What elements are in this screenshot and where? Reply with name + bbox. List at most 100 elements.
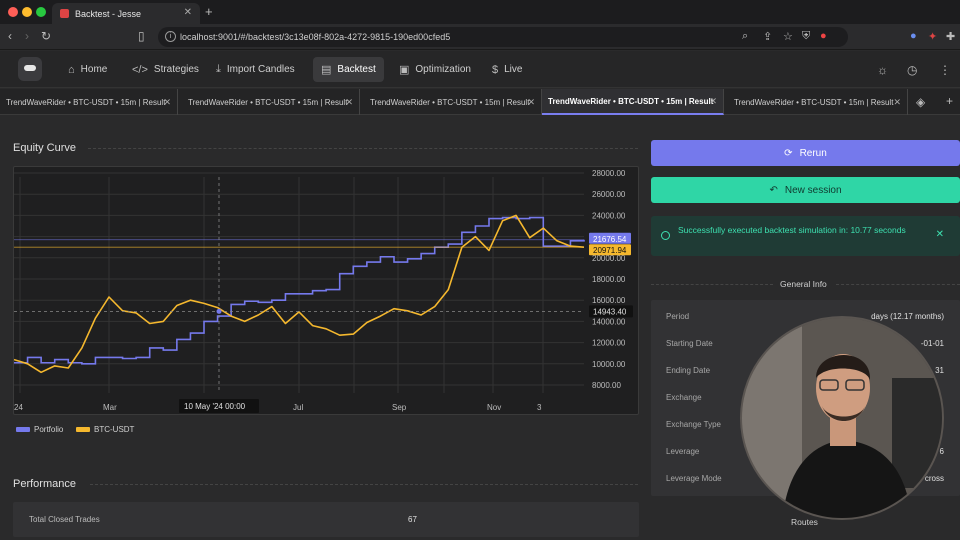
forward-icon[interactable]: › (25, 29, 29, 43)
info-value: -01-01 (920, 339, 944, 348)
legend-btc[interactable]: BTC-USDT (76, 425, 134, 434)
maximize-window-button[interactable] (36, 7, 46, 17)
result-tab-active[interactable]: TrendWaveRider • BTC-USDT • 15m | Result… (542, 89, 724, 115)
crosshair-value-label: 14943.40 (593, 307, 627, 316)
close-tab-icon[interactable]: ✕ (163, 97, 171, 108)
btc-price-label: 20971.94 (593, 246, 627, 255)
home-icon: ⌂ (68, 63, 75, 76)
info-label: Exchange Type (666, 420, 722, 429)
site-info-icon[interactable]: i (165, 31, 176, 42)
y-tick-label: 14000.00 (592, 317, 626, 326)
nav-home[interactable]: ⌂ Home (60, 57, 115, 82)
bookmark-icon[interactable]: ▯ (138, 29, 145, 43)
close-tab-icon[interactable]: ✕ (893, 97, 901, 108)
reload-icon[interactable]: ↻ (41, 29, 51, 43)
y-tick-label: 16000.00 (592, 296, 626, 305)
result-tab[interactable]: TrendWaveRider • BTC-USDT • 15m | Result… (182, 89, 360, 115)
info-label: Ending Date (666, 366, 711, 375)
jesse-logo-icon[interactable] (18, 57, 42, 81)
info-label: Leverage (666, 447, 700, 456)
nav-optimization[interactable]: ▣ Optimization (391, 57, 479, 82)
info-label: Exchange (666, 393, 702, 402)
close-window-button[interactable] (8, 7, 18, 17)
performance-row: Total Closed Trades 67 (13, 502, 639, 537)
legend-btc-label: BTC-USDT (94, 425, 135, 434)
extensions-puzzle-icon[interactable]: ✚ (946, 30, 955, 43)
section-divider (90, 484, 638, 485)
perf-label: Total Closed Trades (29, 515, 100, 524)
nav-backtest[interactable]: ▤ Backtest (313, 57, 384, 82)
browser-tab[interactable]: Backtest - Jesse ✕ (52, 3, 200, 24)
result-tab-label: TrendWaveRider • BTC-USDT • 15m | Result (734, 97, 894, 107)
result-tab-label: TrendWaveRider • BTC-USDT • 15m | Result (370, 97, 530, 107)
check-circle-icon (661, 231, 670, 240)
minimize-window-button[interactable] (22, 7, 32, 17)
rerun-label: Rerun (799, 147, 827, 159)
success-alert: Successfully executed backtest simulatio… (651, 216, 960, 256)
nav-live-label: Live (504, 64, 523, 75)
new-session-label: New session (784, 184, 842, 196)
webcam-person-picture (742, 318, 942, 518)
theme-sun-icon[interactable]: ☼ (877, 63, 888, 77)
portfolio-price-label: 21676.54 (593, 235, 627, 244)
info-value: 6 (939, 447, 944, 456)
profile-icon[interactable]: ● (910, 30, 917, 42)
nav-strategies[interactable]: </> Strategies (124, 57, 207, 82)
help-icon[interactable]: ◷ (907, 63, 917, 77)
nav-live[interactable]: $ Live (484, 57, 530, 82)
result-tab[interactable]: TrendWaveRider • BTC-USDT • 15m | Result… (728, 89, 908, 115)
info-value: cross (924, 474, 944, 483)
star-icon[interactable]: ☆ (783, 30, 793, 43)
close-tab-icon[interactable]: ✕ (709, 96, 717, 107)
back-icon[interactable]: ‹ (8, 29, 12, 43)
info-label: Leverage Mode (666, 474, 722, 483)
y-tick-label: 26000.00 (592, 190, 626, 199)
y-tick-label: 28000.00 (592, 169, 626, 178)
close-tab-icon[interactable]: ✕ (527, 97, 535, 108)
close-tab-icon[interactable]: ✕ (184, 7, 192, 18)
add-tab-icon[interactable]: + (946, 94, 953, 108)
layers-icon[interactable]: ◈ (916, 95, 925, 109)
nav-optimization-label: Optimization (415, 64, 471, 75)
url-text: localhost:9001/#/backtest/3c13e08f-802a-… (180, 32, 451, 42)
section-divider (651, 284, 773, 285)
y-tick-label: 10000.00 (592, 360, 626, 369)
result-tab-label: TrendWaveRider • BTC-USDT • 15m | Result (188, 97, 348, 107)
dollar-icon: $ (492, 63, 499, 76)
new-tab-button[interactable]: + (205, 4, 213, 19)
shield-icon[interactable]: ⛨ (802, 30, 810, 43)
browser-tab-title: Backtest - Jesse (75, 8, 142, 19)
download-icon: ⤓ (216, 63, 221, 75)
info-label: Period (666, 312, 690, 321)
y-tick-label: 12000.00 (592, 339, 626, 348)
close-alert-icon[interactable]: ✕ (936, 229, 944, 240)
rerun-button[interactable]: ⟳ Rerun (651, 140, 960, 166)
share-icon[interactable]: ⇪ (763, 30, 772, 43)
legend-swatch (76, 427, 90, 432)
extension-badge-icon[interactable]: ● (820, 30, 827, 42)
result-tab-label: TrendWaveRider • BTC-USDT • 15m | Result (548, 96, 714, 106)
perf-value: 67 (408, 515, 417, 524)
nav-import-candles[interactable]: ⤓ Import Candles (208, 57, 303, 82)
more-options-icon[interactable]: ⋮ (939, 63, 951, 77)
equity-chart-svg: 28000.0026000.0024000.0022000.0020000.00… (14, 169, 633, 413)
legend-portfolio[interactable]: Portfolio (16, 425, 63, 434)
result-tab-label: TrendWaveRider • BTC-USDT • 15m | Result (6, 97, 166, 107)
nav-home-label: Home (80, 64, 108, 75)
result-tab[interactable]: TrendWaveRider • BTC-USDT • 15m | Result… (364, 89, 542, 115)
y-tick-label: 8000.00 (592, 381, 621, 390)
x-tick-label: Mar (103, 403, 117, 412)
result-tab[interactable]: TrendWaveRider • BTC-USDT • 15m | Result… (0, 89, 178, 115)
leaf-extension-icon[interactable]: ✦ (928, 30, 937, 43)
close-tab-icon[interactable]: ✕ (345, 97, 353, 108)
browser-titlebar: Backtest - Jesse ✕ + (0, 0, 960, 24)
chip-icon: ▣ (399, 64, 410, 76)
legend-portfolio-label: Portfolio (34, 425, 64, 434)
new-session-button[interactable]: ↶ New session (651, 177, 960, 203)
zoom-icon[interactable]: ⌕ (742, 30, 748, 43)
document-icon: ▤ (321, 64, 332, 76)
x-tick-label: 3 (537, 403, 542, 412)
equity-chart[interactable]: 28000.0026000.0024000.0022000.0020000.00… (13, 166, 639, 415)
return-arrow-icon: ↶ (769, 184, 778, 196)
crosshair-date-label: 10 May '24 00:00 (184, 402, 246, 411)
